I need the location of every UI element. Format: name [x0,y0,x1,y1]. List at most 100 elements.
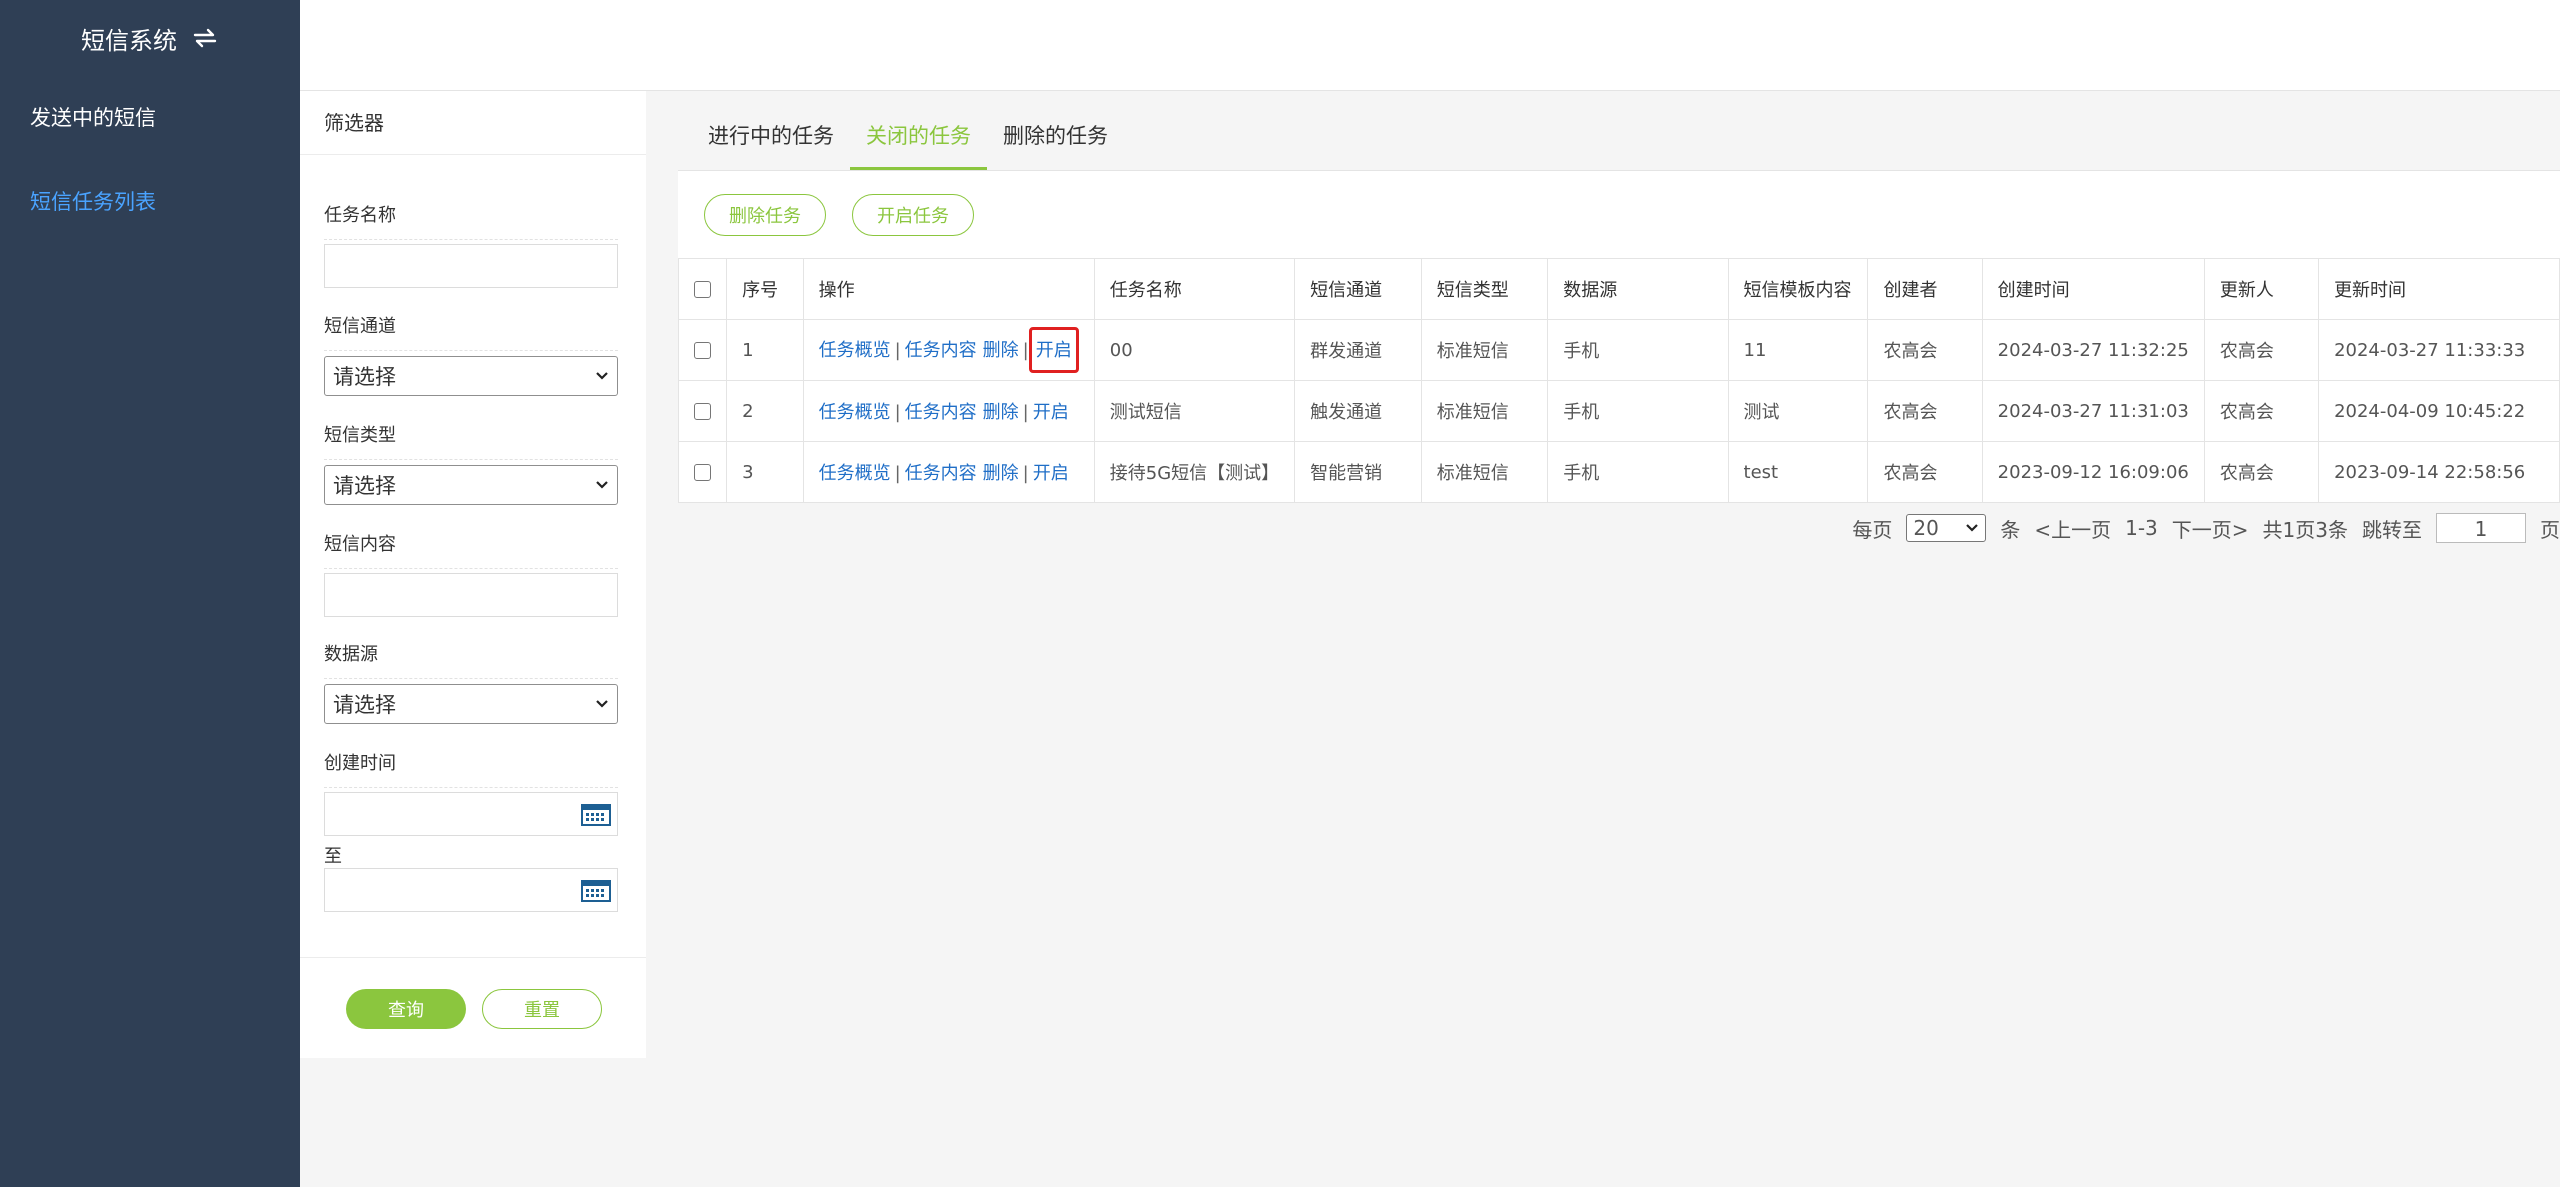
enable-link[interactable]: 开启 [1036,340,1072,361]
query-button[interactable]: 查询 [346,989,466,1029]
delete-link[interactable]: 删除 [983,402,1019,423]
cell-updater: 农高会 [2203,441,2320,503]
enable-link[interactable]: 开启 [1033,463,1069,484]
switch-system-icon[interactable] [191,27,219,49]
source-select[interactable]: 请选择 [324,684,618,724]
task-content-link[interactable]: 任务内容 [905,402,977,423]
cell-updated-time: 2024-03-27 11:33:33 [2318,319,2560,381]
jump-page-input[interactable]: 1 [2436,513,2526,543]
enable-link[interactable]: 开启 [1033,402,1069,423]
page-unit-label: 页 [2540,517,2560,542]
task-content-link[interactable]: 任务内容 [905,463,977,484]
op-separator: | [1022,402,1029,423]
top-bar [300,0,2560,91]
row-select-cell [677,380,728,442]
cell-creator: 农高会 [1867,380,1983,442]
task-tabs: 进行中的任务 关闭的任务 删除的任务 [678,91,2560,171]
chevron-down-icon [596,372,608,380]
col-header-task-name: 任务名称 [1093,258,1296,320]
cell-no: 2 [726,380,804,442]
created-time-label: 创建时间 [324,749,618,788]
tab-closed-tasks[interactable]: 关闭的任务 [850,90,987,170]
cell-created-time: 2024-03-27 11:32:25 [1981,319,2205,381]
cell-operations: 任务概览 | 任务内容 删除 | 开启 [802,441,1095,503]
channel-label: 短信通道 [324,312,618,351]
op-separator: | [1022,463,1029,484]
select-all-cell [677,258,728,320]
cell-operations: 任务概览 | 任务内容 删除 | 开启 [802,319,1095,381]
type-select[interactable]: 请选择 [324,465,618,505]
cell-template: test [1727,441,1869,503]
task-overview-link[interactable]: 任务概览 [819,402,891,423]
col-header-updater: 更新人 [2203,258,2320,320]
cell-template: 测试 [1727,380,1869,442]
cell-type: 标准短信 [1420,319,1549,381]
source-label: 数据源 [324,640,618,679]
task-name-input[interactable] [324,244,618,288]
task-name-label: 任务名称 [324,201,618,240]
delete-link[interactable]: 删除 [983,340,1019,361]
col-header-created-time: 创建时间 [1981,258,2205,320]
per-page-label: 每页 [1852,517,1893,542]
source-select-value: 请选择 [333,693,396,717]
to-label: 至 [324,846,342,867]
chevron-down-icon [596,700,608,708]
jump-label: 跳转至 [2362,517,2422,542]
col-header-type: 短信类型 [1420,258,1549,320]
col-header-source: 数据源 [1547,258,1729,320]
row-checkbox[interactable] [694,464,712,481]
cell-creator: 农高会 [1867,319,1983,381]
nav-item-sms-task-list[interactable]: 短信任务列表 [0,160,300,244]
delete-link[interactable]: 删除 [983,463,1019,484]
cell-updater: 农高会 [2203,380,2320,442]
row-select-cell [677,441,728,503]
col-header-creator: 创建者 [1867,258,1983,320]
per-page-select[interactable]: 20 [1906,514,1987,542]
page-range: 1-3 [2125,516,2158,540]
row-select-cell [677,319,728,381]
highlight-box: 开启 [1028,327,1079,373]
cell-no: 3 [726,441,804,503]
prev-page-link[interactable]: <上一页 [2034,514,2111,543]
next-page-link[interactable]: 下一页> [2172,514,2249,543]
cell-template: 11 [1727,319,1869,381]
enable-task-button[interactable]: 开启任务 [852,193,974,236]
cell-task-name: 接待5G短信【测试】 [1093,441,1296,503]
calendar-icon[interactable] [581,880,611,902]
page-summary: 共1页3条 [2262,517,2348,542]
col-header-no: 序号 [726,258,804,320]
filter-title: 筛选器 [300,91,646,155]
cell-task-name: 测试短信 [1093,380,1296,442]
cell-updated-time: 2023-09-14 22:58:56 [2318,441,2560,503]
sidebar: 短信系统 发送中的短信 短信任务列表 [0,0,300,1187]
task-content-link[interactable]: 任务内容 [905,340,977,361]
channel-select[interactable]: 请选择 [324,356,618,396]
filter-panel: 筛选器 任务名称 短信通道 请选择 短信类型 请选择 短信内容 数据源 请选择 … [300,91,646,1058]
cell-channel: 群发通道 [1294,319,1422,381]
row-checkbox[interactable] [694,403,712,420]
cell-channel: 智能营销 [1294,441,1422,503]
task-overview-link[interactable]: 任务概览 [819,463,891,484]
reset-button[interactable]: 重置 [482,989,602,1029]
calendar-icon[interactable] [581,804,611,826]
tab-deleted-tasks[interactable]: 删除的任务 [987,90,1124,170]
created-to-input[interactable] [324,868,618,912]
row-checkbox[interactable] [694,342,712,359]
created-from-input[interactable] [324,792,618,836]
content-input[interactable] [324,573,618,617]
task-overview-link[interactable]: 任务概览 [819,340,891,361]
chevron-down-icon [596,481,608,489]
tab-running-tasks[interactable]: 进行中的任务 [692,90,850,170]
cell-created-time: 2023-09-12 16:09:06 [1981,441,2205,503]
op-separator: | [894,340,901,361]
delete-task-button[interactable]: 删除任务 [704,193,826,236]
cell-no: 1 [726,319,804,381]
op-separator: | [894,463,901,484]
cell-source: 手机 [1547,319,1729,381]
nav-item-sending-sms[interactable]: 发送中的短信 [0,76,300,160]
select-all-checkbox[interactable] [694,281,712,298]
per-page-value: 20 [1913,516,1939,540]
table-header-row: 序号 操作 任务名称 短信通道 短信类型 数据源 短信模板内容 创建者 创建时间… [677,258,2560,320]
cell-type: 标准短信 [1420,441,1549,503]
table-row: 1 任务概览 | 任务内容 删除 | 开启 00 群发通道 标准短信 手机 11 农高会 … [677,319,2560,381]
